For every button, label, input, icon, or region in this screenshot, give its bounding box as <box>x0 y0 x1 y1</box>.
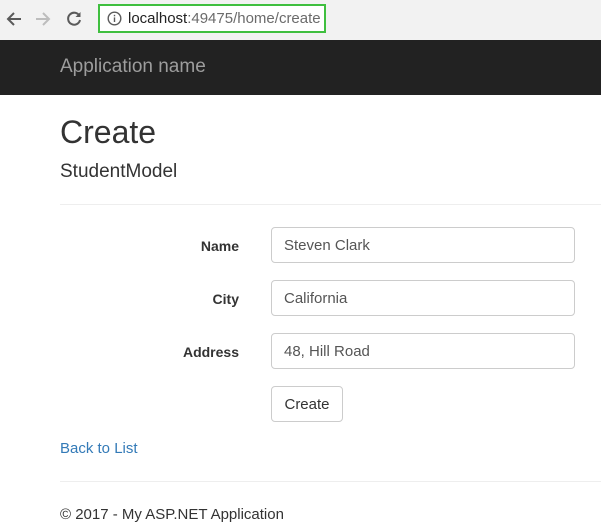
url-path: :49475/home/create <box>187 10 321 27</box>
navbar: Application name <box>0 40 601 95</box>
url-text: localhost:49475/home/create <box>128 10 321 27</box>
back-button[interactable] <box>2 6 26 32</box>
city-input[interactable] <box>271 280 575 316</box>
address-input[interactable] <box>271 333 575 369</box>
divider <box>60 204 601 205</box>
arrow-left-icon <box>5 10 23 28</box>
page-subtitle: StudentModel <box>60 161 178 182</box>
forward-button[interactable] <box>31 6 55 32</box>
url-host: localhost <box>128 10 188 27</box>
city-label: City <box>212 291 239 307</box>
reload-icon <box>65 10 83 28</box>
create-button[interactable]: Create <box>271 386 343 422</box>
back-to-list-link[interactable]: Back to List <box>60 439 138 459</box>
address-bar[interactable]: localhost:49475/home/create <box>98 4 326 33</box>
reload-button[interactable] <box>62 6 86 32</box>
name-label: Name <box>200 238 239 254</box>
page-title: Create <box>60 114 157 150</box>
info-icon[interactable] <box>106 11 122 27</box>
name-input[interactable] <box>271 227 575 263</box>
browser-toolbar: localhost:49475/home/create <box>0 0 601 40</box>
footer-divider <box>60 481 601 482</box>
brand-link[interactable]: Application name <box>60 56 206 78</box>
footer-copyright: © 2017 - My ASP.NET Application <box>60 506 284 523</box>
address-label: Address <box>182 344 239 360</box>
arrow-right-icon <box>34 10 52 28</box>
